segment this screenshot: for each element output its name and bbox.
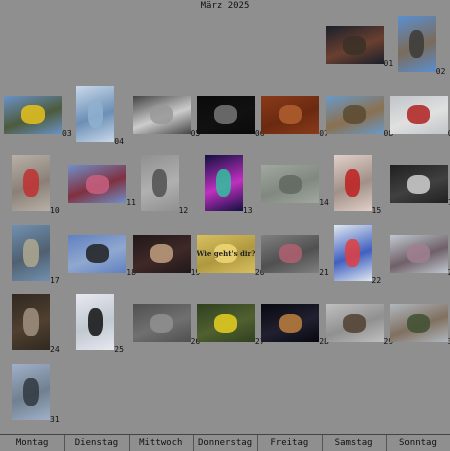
calendar-grid: 01 02 03 04 0506070809 10 11 12 13 14 15 16 17 1819Wi… (0, 0, 450, 450)
day-cell-15[interactable]: 15 (324, 153, 389, 219)
day-cell-21[interactable]: 21 (259, 223, 329, 289)
rain-puddle-photo[interactable] (132, 304, 191, 342)
weekday-divider (257, 435, 259, 451)
day-number: 13 (242, 206, 253, 215)
weekday-mittwoch: Mittwoch (139, 438, 183, 448)
daffodil-photo[interactable] (196, 304, 255, 342)
weekday-divider (192, 435, 194, 451)
day-cell-09[interactable]: 09 (388, 84, 450, 150)
tram-window-photo[interactable] (12, 224, 50, 281)
day-cell-23[interactable]: 23 (388, 223, 450, 289)
day-number: 24 (50, 345, 60, 354)
weekday-dienstag: Dienstag (74, 438, 119, 448)
day-cell-10[interactable]: 10 (2, 153, 67, 219)
stone-arch-photo[interactable] (397, 16, 436, 72)
day-cell-04[interactable]: 04 (66, 84, 131, 150)
day-cell-28[interactable]: 28 (259, 292, 329, 358)
day-number: 15 (371, 206, 382, 215)
stairs-sky-photo[interactable] (68, 165, 127, 203)
day-cell-16[interactable]: 16 (388, 153, 450, 219)
day-cell-11[interactable]: 11 (66, 153, 136, 219)
curtain-photo[interactable] (132, 95, 191, 134)
park-path-photo[interactable] (389, 304, 448, 342)
day-cell-03[interactable]: 03 (2, 84, 72, 150)
day-number: 31 (50, 414, 60, 424)
weekday-montag: Montag (15, 438, 49, 448)
tap-photo[interactable] (12, 155, 50, 211)
day-cell-06[interactable]: 06 (195, 84, 265, 150)
day-number: 25 (114, 345, 124, 354)
weekday-samstag: Samstag (334, 438, 373, 448)
weekday-divider (321, 435, 323, 451)
day-cell-25[interactable]: 25 (66, 292, 131, 358)
day-cell-14[interactable]: 14 (259, 153, 329, 219)
jar-photo[interactable] (325, 304, 384, 342)
hot-air-balloon-photo[interactable] (333, 224, 372, 281)
weekday-donnerstag: Donnerstag (197, 438, 253, 448)
day-number: 04 (114, 136, 124, 146)
day-cell-08[interactable]: 08 (324, 84, 393, 150)
weekday-header-bar: Montag Dienstag Mittwoch Donnerstag Freitag S… (0, 434, 450, 451)
glass-booth-photo[interactable] (12, 294, 50, 350)
day-cell-01[interactable]: 01 (324, 14, 393, 80)
day-cell-02[interactable]: 02 (388, 14, 450, 80)
glass-tower-photo[interactable] (76, 85, 115, 142)
day-cell-20[interactable]: Wie geht's dir? 20 (195, 223, 265, 289)
underpass-photo[interactable] (389, 165, 448, 203)
weekday-freitag: Freitag (270, 438, 309, 448)
day-cell-29[interactable]: 29 (324, 292, 393, 358)
day-cell-24[interactable]: 24 (2, 292, 67, 358)
night-window-photo[interactable] (325, 26, 384, 64)
yellow-bin-photo[interactable] (4, 95, 62, 134)
day-cell-17[interactable]: 17 (2, 223, 67, 289)
day-cell-12[interactable]: 12 (131, 153, 196, 219)
day-cell-26[interactable]: 26 (131, 292, 200, 358)
street-shops-photo[interactable] (261, 234, 320, 273)
weekday-divider (128, 435, 130, 451)
sign-text: Wie geht's dir? (196, 249, 255, 258)
day-cell-27[interactable]: 27 (195, 292, 265, 358)
silhouette-trees-photo[interactable] (68, 234, 127, 273)
day-cell-19[interactable]: 19 (131, 223, 200, 289)
day-number: 12 (178, 206, 189, 215)
day-number: 17 (50, 275, 60, 285)
weekday-divider (64, 435, 66, 451)
day-cell-13[interactable]: 13 (195, 153, 260, 219)
day-number: 02 (435, 67, 446, 76)
red-chair-photo[interactable] (333, 155, 372, 211)
night-traffic-photo[interactable] (132, 234, 191, 273)
day-cell-30[interactable]: 30 (388, 292, 450, 358)
disco-lights-photo[interactable] (204, 155, 243, 211)
mannequin-photo[interactable] (12, 363, 50, 420)
weekday-sonntag: Sonntag (398, 438, 437, 448)
cobblestone-photo[interactable] (261, 165, 320, 203)
road-sign-photo[interactable] (389, 95, 448, 134)
stone-relief-photo[interactable] (140, 155, 179, 211)
day-number: 10 (50, 206, 60, 215)
night-reflection-photo[interactable] (261, 304, 320, 342)
weekday-divider (385, 435, 387, 451)
day-cell-31[interactable]: 31 (2, 362, 67, 428)
day-cell-22[interactable]: 22 (324, 223, 389, 289)
blossom-tree-photo[interactable] (389, 234, 448, 273)
day-number: 22 (371, 275, 382, 285)
black-tree-photo[interactable] (76, 294, 115, 350)
day-cell-05[interactable]: 05 (131, 84, 200, 150)
day-cell-18[interactable]: 18 (66, 223, 136, 289)
rusty-sign-photo[interactable] (261, 95, 320, 134)
wie-gehts-sign-photo[interactable]: Wie geht's dir? (196, 234, 255, 273)
bird-nest-photo[interactable] (325, 95, 384, 134)
dark-lamp-photo[interactable] (196, 95, 255, 134)
day-cell-07[interactable]: 07 (259, 84, 329, 150)
